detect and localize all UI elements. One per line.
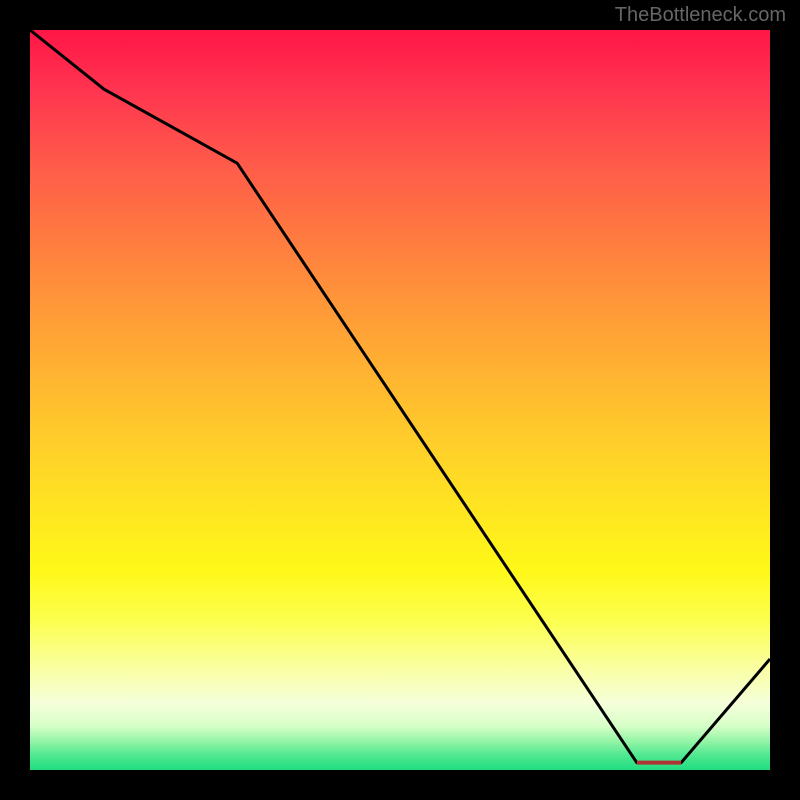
- chart-frame: [30, 30, 770, 770]
- chart-line-path: [30, 30, 770, 763]
- chart-line-svg: [30, 30, 770, 770]
- watermark-text: TheBottleneck.com: [615, 4, 786, 27]
- plot-area: [30, 30, 770, 770]
